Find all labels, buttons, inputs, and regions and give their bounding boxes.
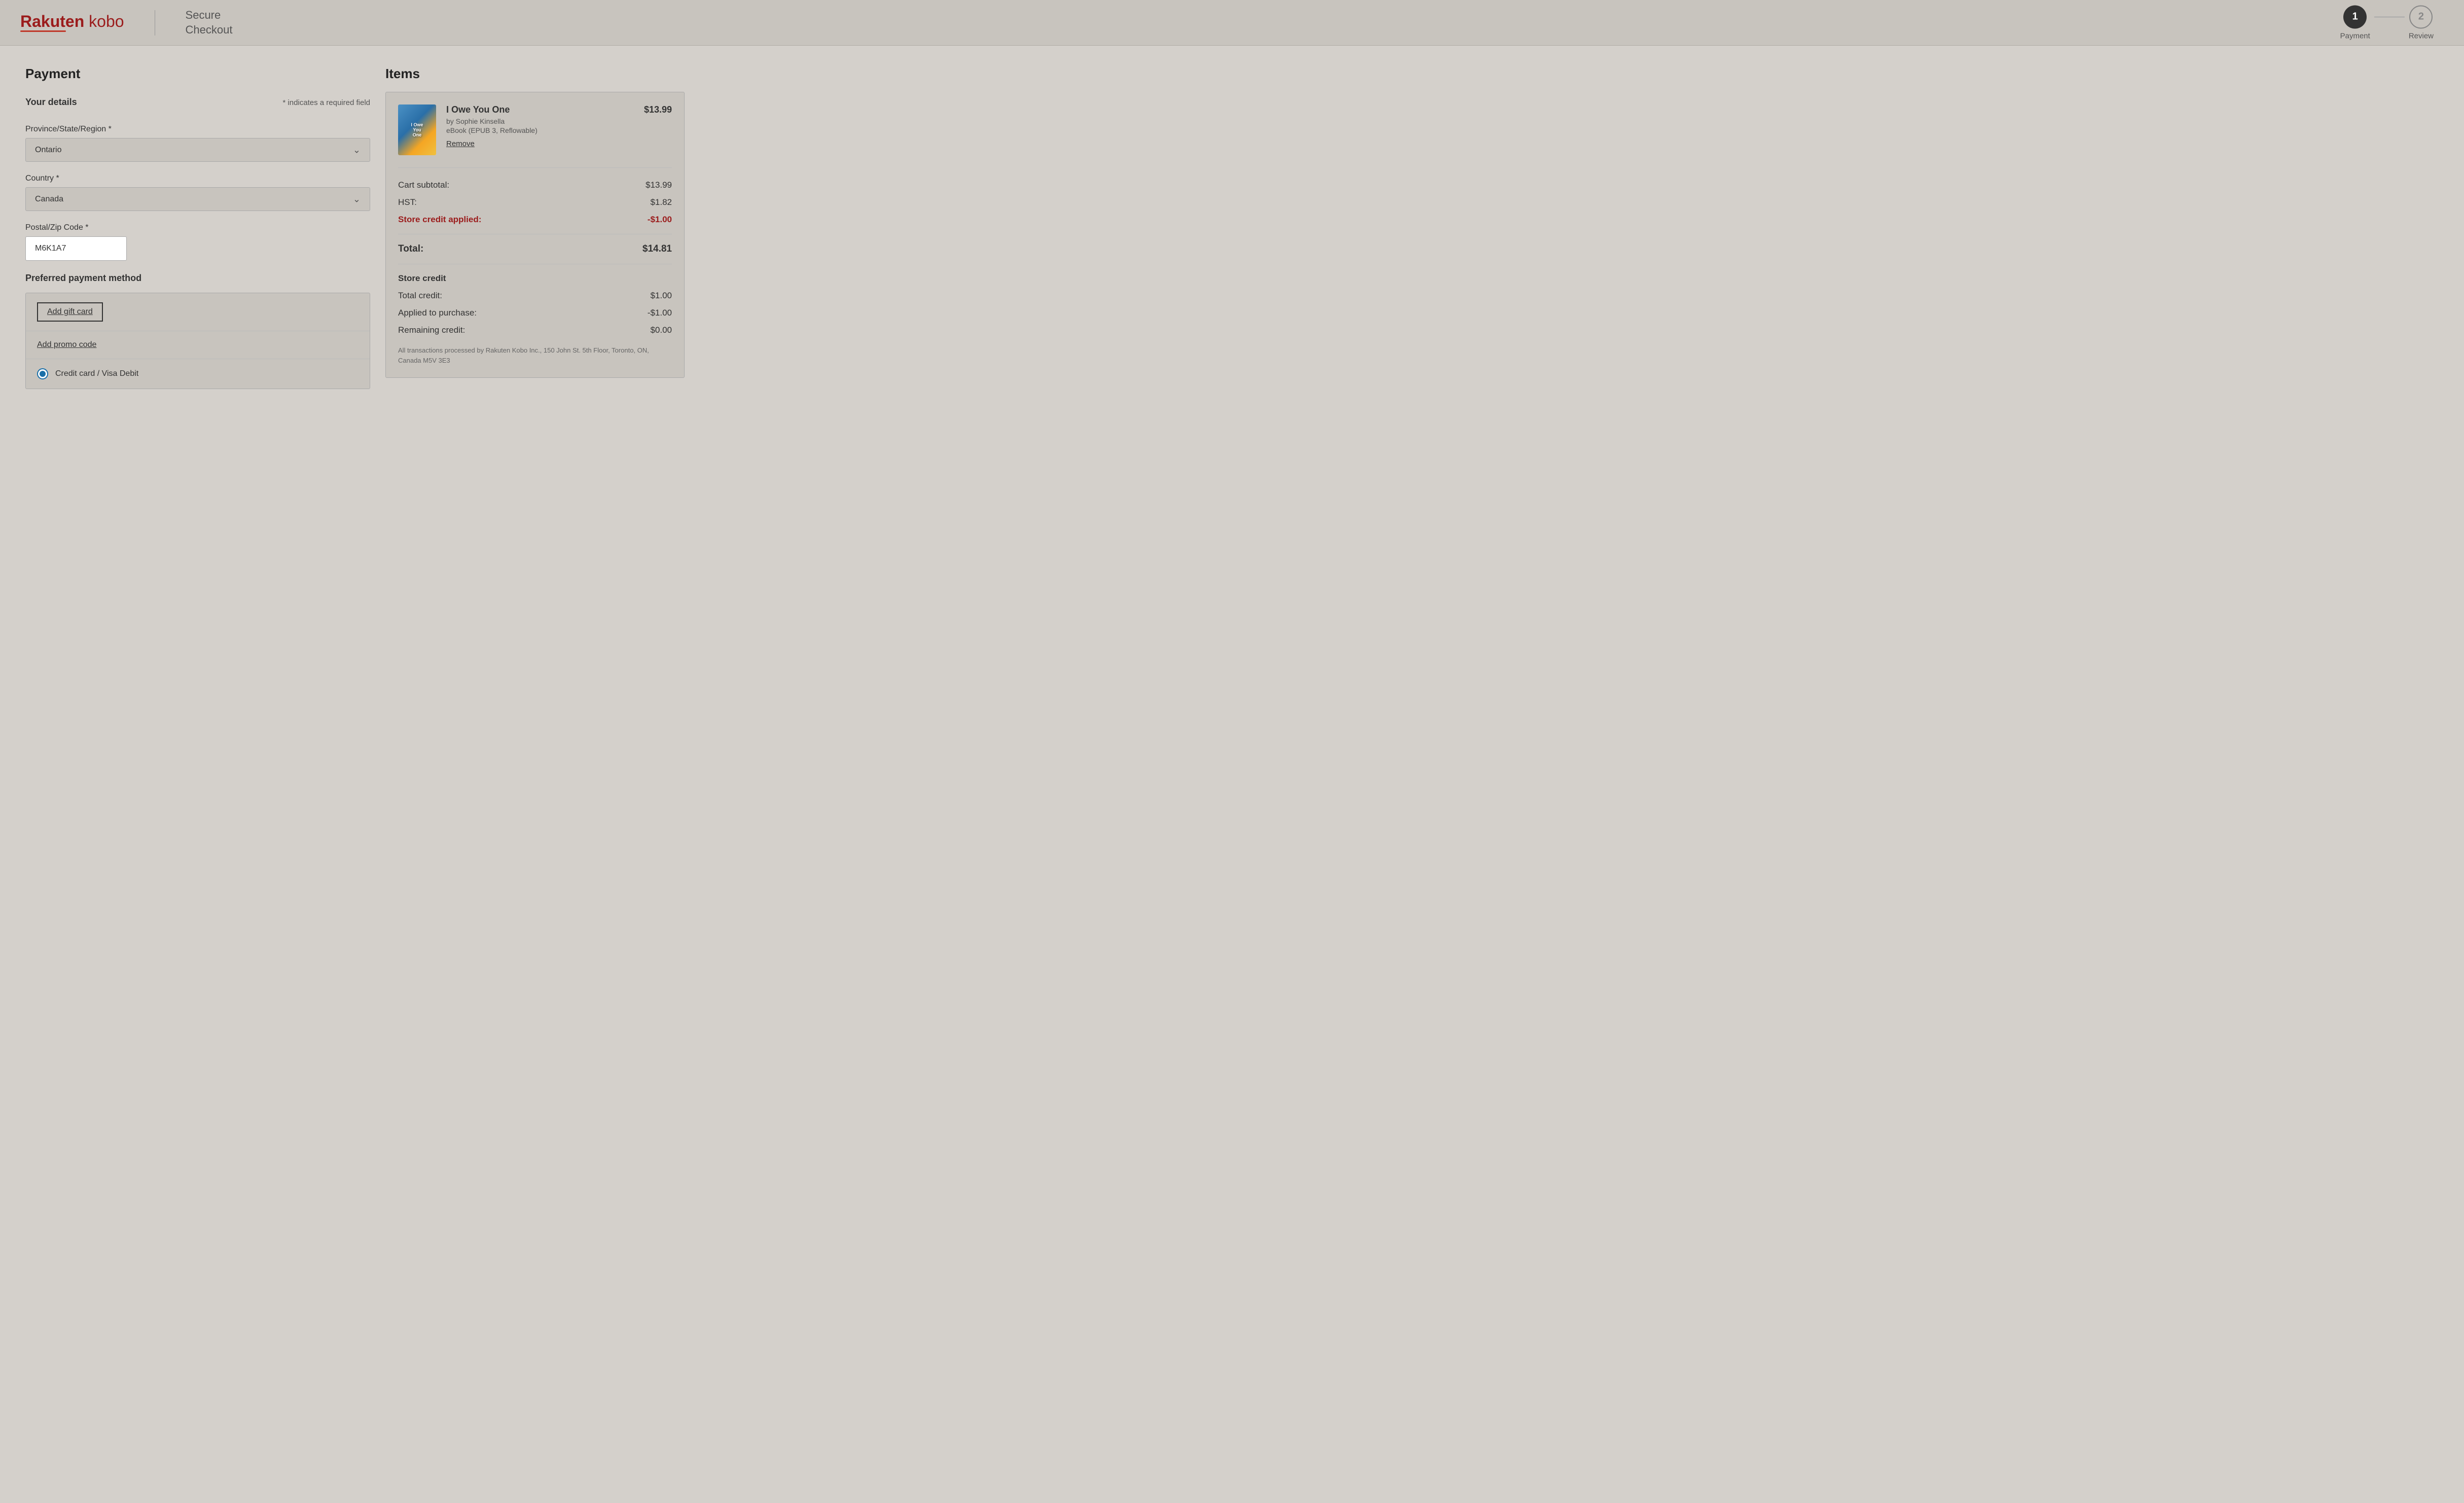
add-gift-card-button[interactable]: Add gift card xyxy=(37,302,103,322)
cart-item-details: I Owe You One by Sophie Kinsella eBook (… xyxy=(446,104,634,155)
store-credit-section: Store credit Total credit: $1.00 Applied… xyxy=(398,273,672,335)
total-label: Total: xyxy=(398,243,423,255)
logo-text: Rakuten kobo xyxy=(20,13,124,29)
postal-input[interactable] xyxy=(25,236,127,261)
logo-underline xyxy=(20,30,66,32)
cart-subtotal-label: Cart subtotal: xyxy=(398,180,449,190)
total-value: $14.81 xyxy=(642,243,672,255)
cart-item-title: I Owe You One xyxy=(446,104,634,115)
store-credit-title: Store credit xyxy=(398,273,672,284)
hst-value: $1.82 xyxy=(650,197,672,207)
province-select-wrapper[interactable]: Ontario British Columbia Alberta Quebec … xyxy=(25,138,370,162)
main-content: Payment Your details * indicates a requi… xyxy=(0,46,710,422)
applied-value: -$1.00 xyxy=(648,308,672,318)
total-credit-value: $1.00 xyxy=(650,291,672,301)
promo-code-row: Add promo code xyxy=(26,331,370,359)
country-label: Country * xyxy=(25,174,370,183)
book-cover-text: I OweYouOne xyxy=(409,120,425,139)
province-label: Province/State/Region * xyxy=(25,125,370,134)
remaining-value: $0.00 xyxy=(650,325,672,335)
total-row: Total: $14.81 xyxy=(398,243,672,255)
total-credit-row: Total credit: $1.00 xyxy=(398,291,672,301)
remaining-label: Remaining credit: xyxy=(398,325,465,335)
credit-card-radio[interactable] xyxy=(37,368,48,379)
radio-inner xyxy=(40,371,46,377)
province-field-group: Province/State/Region * Ontario British … xyxy=(25,125,370,162)
country-select[interactable]: Canada United States United Kingdom xyxy=(26,188,370,211)
preferred-payment-group: Preferred payment method Add gift card A… xyxy=(25,273,370,389)
rakuten-kobo-logo[interactable]: Rakuten kobo xyxy=(20,13,124,32)
province-select[interactable]: Ontario British Columbia Alberta Quebec xyxy=(26,138,370,161)
hst-row: HST: $1.82 xyxy=(398,197,672,207)
payment-panel: Payment Your details * indicates a requi… xyxy=(25,66,370,401)
payment-section-box: Add gift card Add promo code Credit card… xyxy=(25,293,370,389)
remaining-row: Remaining credit: $0.00 xyxy=(398,325,672,335)
your-details-row: Your details * indicates a required fiel… xyxy=(25,97,370,111)
postal-label: Postal/Zip Code * xyxy=(25,223,370,232)
header: Rakuten kobo SecureCheckout 1 Payment 2 … xyxy=(0,0,2464,46)
step-2-circle: 2 xyxy=(2409,5,2433,28)
cart-subtotal-value: $13.99 xyxy=(646,180,672,190)
step-2-label: Review xyxy=(2409,31,2434,40)
book-cover: I OweYouOne xyxy=(398,104,436,155)
items-box: I OweYouOne I Owe You One by Sophie Kins… xyxy=(385,92,685,378)
store-credit-applied-value: -$1.00 xyxy=(648,215,672,225)
preferred-payment-label: Preferred payment method xyxy=(25,273,370,284)
step-review: 2 Review xyxy=(2409,5,2434,40)
logo-rakuten: Rakuten xyxy=(20,12,84,30)
store-credit-applied-row: Store credit applied: -$1.00 xyxy=(398,215,672,225)
step-payment: 1 Payment xyxy=(2340,5,2370,40)
applied-label: Applied to purchase: xyxy=(398,308,477,318)
step-1-circle: 1 xyxy=(2343,5,2367,28)
cart-subtotal-row: Cart subtotal: $13.99 xyxy=(398,180,672,190)
cart-item: I OweYouOne I Owe You One by Sophie Kins… xyxy=(398,104,672,168)
country-select-wrapper[interactable]: Canada United States United Kingdom ⌄ xyxy=(25,187,370,211)
country-field-group: Country * Canada United States United Ki… xyxy=(25,174,370,211)
store-credit-applied-label: Store credit applied: xyxy=(398,215,481,225)
payment-title: Payment xyxy=(25,66,370,82)
items-panel: Items I OweYouOne I Owe You One by Sophi… xyxy=(385,66,685,401)
credit-card-row: Credit card / Visa Debit xyxy=(26,359,370,389)
remove-item-button[interactable]: Remove xyxy=(446,139,475,148)
required-note: * indicates a required field xyxy=(282,98,370,107)
add-promo-code-button[interactable]: Add promo code xyxy=(37,340,96,349)
logo-area: Rakuten kobo SecureCheckout xyxy=(20,8,232,37)
step-1-label: Payment xyxy=(2340,31,2370,40)
transactions-note: All transactions processed by Rakuten Ko… xyxy=(398,345,672,365)
your-details-label: Your details xyxy=(25,97,77,108)
gift-card-row: Add gift card xyxy=(26,293,370,331)
total-credit-label: Total credit: xyxy=(398,291,442,301)
step-connector xyxy=(2374,17,2405,18)
cart-item-price: $13.99 xyxy=(644,104,672,155)
credit-card-label: Credit card / Visa Debit xyxy=(55,369,138,378)
hst-label: HST: xyxy=(398,197,417,207)
checkout-steps: 1 Payment 2 Review xyxy=(2340,5,2434,40)
cart-item-author: by Sophie Kinsella xyxy=(446,117,634,125)
applied-row: Applied to purchase: -$1.00 xyxy=(398,308,672,318)
cart-item-format: eBook (EPUB 3, Reflowable) xyxy=(446,126,634,134)
logo-kobo: kobo xyxy=(89,12,124,30)
items-title: Items xyxy=(385,66,685,82)
secure-checkout-text: SecureCheckout xyxy=(186,8,233,37)
postal-field-group: Postal/Zip Code * xyxy=(25,223,370,261)
